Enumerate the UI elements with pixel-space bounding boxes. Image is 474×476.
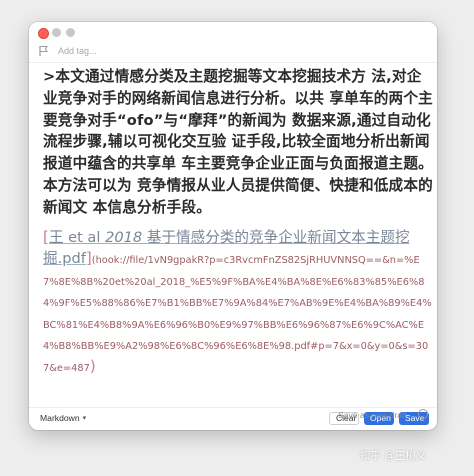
tag-input[interactable] [58,46,258,56]
watermark: 知乎 @王树义 [360,450,427,462]
format-label: Markdown [40,413,80,423]
close-window-button[interactable] [38,28,49,39]
minimize-window-button[interactable] [52,28,61,37]
flag-icon [39,46,48,56]
link-label-year: 2018 [105,228,143,246]
maximize-window-button[interactable] [66,28,75,37]
file-link[interactable]: [王 et al 2018 基于情感分类的竞争企业新闻文本主题挖掘.pdf](h… [43,227,433,378]
note-body-text[interactable]: >本文通过情感分类及主题挖掘等文本挖掘技术方 法,对企业竞争对手的网络新闻信息进… [43,66,433,219]
format-dropdown[interactable]: Markdown ▾ [40,413,86,423]
chevron-down-icon: ▾ [82,415,87,422]
link-url-close: ) [89,357,96,376]
title-bar [29,22,437,40]
link-label-prefix: 王 et al [48,228,106,246]
tag-bar [29,40,437,63]
save-as-draft-label: Save as new draft [338,410,407,420]
draft-toggle-icon[interactable] [418,409,428,419]
app-window: >本文通过情感分类及主题挖掘等文本挖掘技术方 法,对企业竞争对手的网络新闻信息进… [29,22,437,430]
link-url[interactable]: hook://file/1vN9gpakR?p=c3RvcmFnZS82SjRH… [43,255,432,374]
note-editor[interactable]: >本文通过情感分类及主题挖掘等文本挖掘技术方 法,对企业竞争对手的网络新闻信息进… [43,66,433,386]
